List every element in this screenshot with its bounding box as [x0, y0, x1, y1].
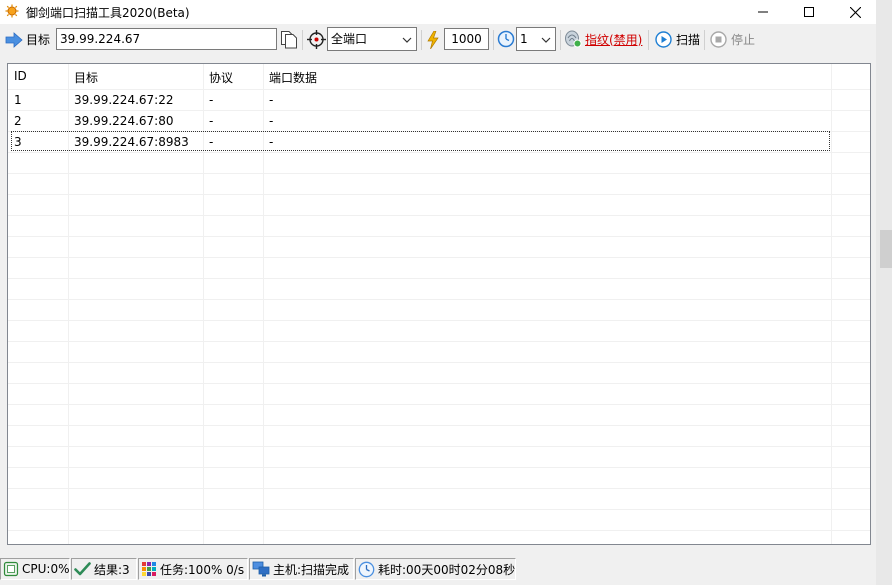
- checkmark-icon: [74, 562, 91, 576]
- grid-line: [831, 64, 832, 544]
- threads-input[interactable]: 1000: [444, 28, 489, 50]
- toolbar-separator: [704, 30, 705, 50]
- toolbar-separator: [421, 30, 422, 50]
- close-icon: [849, 6, 861, 18]
- grid-line: [8, 383, 870, 384]
- grid-line: [8, 110, 870, 111]
- minimize-button[interactable]: [740, 0, 786, 24]
- grid-line: [8, 257, 870, 258]
- window-bottom-edge: [0, 581, 876, 585]
- chevron-down-icon: [402, 37, 412, 43]
- grid-line: [8, 362, 870, 363]
- cell-protocol: -: [209, 93, 214, 107]
- host-text: 主机:扫描完成: [273, 562, 350, 577]
- grid-line: [8, 236, 870, 237]
- cell-data: -: [269, 114, 274, 128]
- clock-icon: [497, 30, 515, 48]
- grid-line: [8, 509, 870, 510]
- cell-id: 2: [14, 114, 22, 128]
- clock-icon: [358, 561, 375, 577]
- scan-scope-select[interactable]: 全端口: [327, 27, 417, 51]
- stop-label: 停止: [731, 33, 756, 47]
- grid-line: [8, 173, 870, 174]
- cell-protocol: -: [209, 114, 214, 128]
- copy-icon[interactable]: [280, 30, 298, 49]
- results-table[interactable]: ID 目标 协议 端口数据 1 39.99.224.67:22 - - 2 39…: [7, 63, 871, 545]
- fingerprint-button[interactable]: 指纹(禁用): [564, 30, 642, 48]
- scan-scope-value: 全端口: [331, 32, 368, 46]
- status-elapsed: 耗时:00天00时02分08秒: [355, 558, 516, 580]
- scan-label: 扫描: [676, 33, 701, 47]
- maximize-button[interactable]: [786, 0, 832, 24]
- arrow-right-icon: [5, 31, 23, 48]
- cell-target: 39.99.224.67:80: [74, 114, 174, 128]
- lightning-icon: [427, 31, 439, 49]
- tasks-text: 任务:100% 0/s: [160, 562, 245, 577]
- scan-button[interactable]: 扫描: [655, 31, 700, 48]
- timeout-value: 1: [520, 32, 528, 46]
- grid-line: [8, 341, 870, 342]
- grid-line: [8, 89, 870, 90]
- grid-line: [8, 530, 870, 531]
- timeout-select[interactable]: 1: [516, 27, 556, 51]
- grid-line: [8, 320, 870, 321]
- stop-button[interactable]: 停止: [710, 31, 755, 48]
- target-label-group: 目标: [5, 31, 50, 48]
- column-header-id[interactable]: ID: [14, 69, 27, 83]
- grid-line: [8, 425, 870, 426]
- column-header-data[interactable]: 端口数据: [269, 69, 317, 86]
- column-header-target[interactable]: 目标: [74, 69, 98, 86]
- maximize-icon: [804, 7, 814, 17]
- background-highlight: [880, 230, 892, 268]
- grid-line: [8, 194, 870, 195]
- fingerprint-icon: [565, 30, 582, 48]
- grid-line: [8, 488, 870, 489]
- grid-icon: [142, 562, 156, 576]
- crosshair-icon: [307, 30, 326, 49]
- grid-line: [8, 215, 870, 216]
- grid-line: [8, 152, 870, 153]
- fingerprint-label: 指纹(禁用): [585, 32, 643, 47]
- status-cpu: CPU:0%: [0, 558, 70, 580]
- cpu-text: CPU:0%: [22, 562, 70, 576]
- row-focus-rectangle: [11, 131, 830, 151]
- toolbar: 目标 39.99.224.67 全端口 1000 1 指纹(禁用) 扫描 停止: [0, 24, 876, 56]
- status-tasks: 任务:100% 0/s: [138, 558, 248, 580]
- toolbar-separator: [648, 30, 649, 50]
- app-icon: [5, 4, 19, 18]
- results-text: 结果:3: [94, 562, 130, 577]
- column-header-protocol[interactable]: 协议: [209, 69, 233, 86]
- toolbar-separator: [302, 30, 303, 50]
- toolbar-separator: [493, 30, 494, 50]
- main-window: 御剑端口扫描工具2020(Beta) 目标 39.99.224.67 全端口 1…: [0, 0, 876, 585]
- cell-target: 39.99.224.67:22: [74, 93, 174, 107]
- title-bar[interactable]: 御剑端口扫描工具2020(Beta): [0, 0, 876, 24]
- chevron-down-icon: [541, 37, 551, 43]
- elapsed-text: 耗时:00天00时02分08秒: [378, 562, 516, 577]
- status-host: 主机:扫描完成: [249, 558, 354, 580]
- grid-line: [8, 467, 870, 468]
- cell-data: -: [269, 93, 274, 107]
- minimize-icon: [758, 11, 768, 13]
- status-bar: CPU:0% 结果:3 任务:100% 0/s 主机:扫描完成 耗时:00天00…: [0, 557, 876, 581]
- close-button[interactable]: [832, 0, 878, 24]
- target-label: 目标: [26, 33, 51, 47]
- computer-icon: [252, 561, 270, 577]
- background-window-edge: [876, 0, 892, 585]
- grid-line: [8, 278, 870, 279]
- grid-line: [8, 404, 870, 405]
- target-input[interactable]: 39.99.224.67: [56, 28, 277, 50]
- status-results: 结果:3: [71, 558, 137, 580]
- toolbar-separator: [560, 30, 561, 50]
- play-icon: [655, 31, 672, 48]
- grid-line: [8, 299, 870, 300]
- cell-id: 1: [14, 93, 22, 107]
- cpu-icon: [3, 561, 19, 577]
- grid-line: [8, 446, 870, 447]
- window-title: 御剑端口扫描工具2020(Beta): [26, 6, 190, 20]
- stop-icon: [710, 31, 727, 48]
